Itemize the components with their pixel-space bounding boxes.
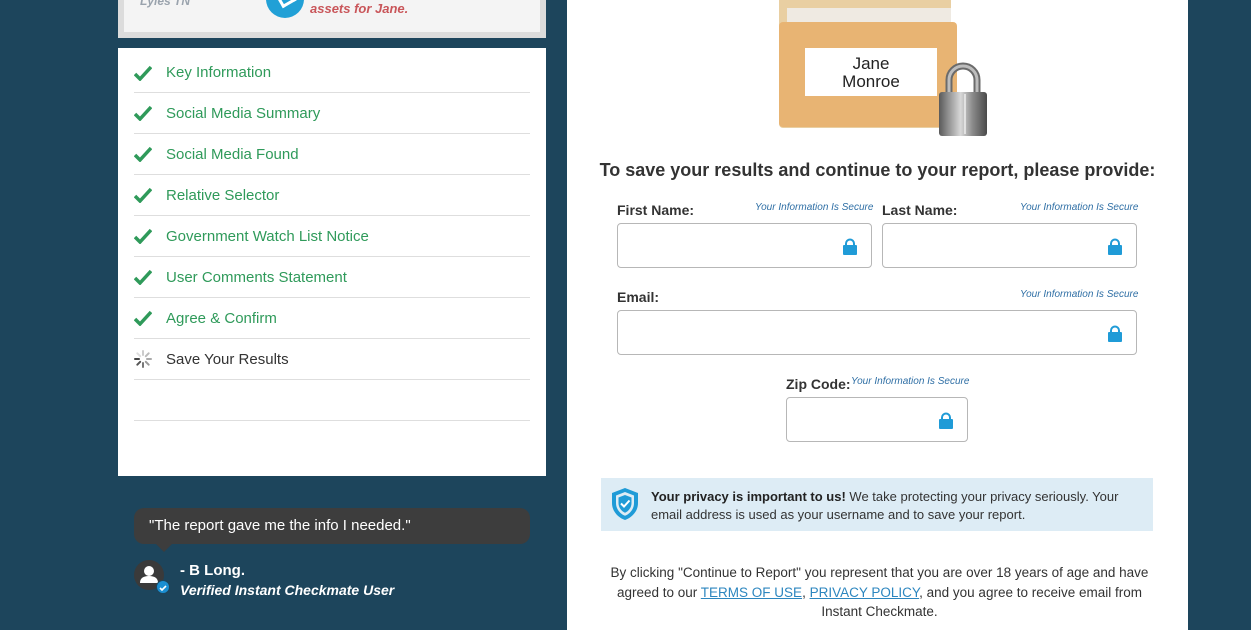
zip-code-label: Zip Code: (786, 376, 851, 392)
form-heading: To save your results and continue to you… (599, 160, 1156, 180)
zip-code-field[interactable] (786, 397, 968, 442)
check-icon (134, 228, 166, 244)
testimonial-author-role: Verified Instant Checkmate User (180, 582, 395, 598)
progress-checklist: Key Information Social Media Summary Soc… (118, 48, 546, 476)
email-input[interactable] (618, 311, 1136, 354)
checklist-item-relative-selector: Relative Selector (134, 175, 530, 216)
first-name-label: First Name: (617, 202, 695, 218)
email-field[interactable] (617, 310, 1137, 355)
check-icon (134, 65, 166, 81)
folder-first-name: Jane (852, 54, 890, 73)
email-secure-note: Your Information Is Secure (1020, 289, 1139, 300)
lock-icon (1108, 325, 1122, 342)
checklist-item-label: Social Media Summary (166, 104, 321, 122)
folder-name-label: Jane Monroe (805, 48, 937, 96)
summary-card: Lyles TN assets for Jane. (118, 0, 546, 38)
folder-illustration: Jane Monroe (779, 0, 999, 145)
check-icon (134, 269, 166, 285)
badge-icon (266, 0, 304, 18)
checklist-item-label: Government Watch List Notice (166, 227, 369, 245)
padlock-icon (939, 62, 987, 136)
checklist-item-label: Save Your Results (166, 350, 289, 368)
first-name-input[interactable] (618, 224, 871, 267)
checklist-item-user-comments: User Comments Statement (134, 257, 530, 298)
checklist-item-social-media-summary: Social Media Summary (134, 93, 530, 134)
verified-check-icon (156, 580, 170, 594)
checklist-item-save-results: Save Your Results (134, 339, 530, 380)
summary-message: assets for Jane. (310, 1, 409, 16)
lock-icon (1108, 238, 1122, 255)
loading-spinner-icon (134, 350, 166, 368)
terms-of-use-link[interactable]: TERMS OF USE (701, 585, 802, 600)
testimonial-quote: "The report gave me the info I needed." (134, 508, 530, 552)
check-icon (134, 105, 166, 121)
zip-code-secure-note: Your Information Is Secure (851, 376, 970, 387)
privacy-policy-link[interactable]: PRIVACY POLICY (810, 585, 920, 600)
check-icon (134, 146, 166, 162)
last-name-label: Last Name: (882, 202, 958, 218)
checklist-item-label: Social Media Found (166, 145, 299, 163)
check-icon (134, 310, 166, 326)
lock-icon (939, 412, 953, 429)
last-name-input[interactable] (883, 224, 1136, 267)
shield-check-icon (612, 488, 638, 520)
privacy-notice: Your privacy is important to us! We take… (601, 478, 1153, 531)
checklist-item-key-information: Key Information (134, 53, 530, 93)
checklist-divider (134, 380, 530, 421)
privacy-notice-heading: Your privacy is important to us! (651, 489, 846, 504)
last-name-field[interactable] (882, 223, 1137, 268)
checklist-item-social-media-found: Social Media Found (134, 134, 530, 175)
lock-icon (843, 238, 857, 255)
last-name-secure-note: Your Information Is Secure (1020, 202, 1139, 213)
checklist-item-label: Agree & Confirm (166, 309, 277, 327)
check-icon (134, 187, 166, 203)
legal-disclaimer: By clicking "Continue to Report" you rep… (607, 563, 1152, 622)
checklist-item-label: Key Information (166, 64, 272, 81)
checklist-item-government-watch-list: Government Watch List Notice (134, 216, 530, 257)
avatar (134, 560, 170, 594)
first-name-field[interactable] (617, 223, 872, 268)
folder-last-name: Monroe (842, 72, 900, 91)
disclaimer-separator: , (802, 584, 810, 600)
save-results-panel: Jane Monroe To save your results and con… (567, 0, 1188, 630)
testimonial-author: - B Long. (180, 562, 245, 579)
first-name-secure-note: Your Information Is Secure (755, 202, 874, 213)
checklist-item-label: Relative Selector (166, 186, 280, 204)
location-text: Lyles TN (140, 0, 191, 8)
checklist-item-agree-confirm: Agree & Confirm (134, 298, 530, 339)
checklist-item-label: User Comments Statement (166, 268, 347, 286)
email-label: Email: (617, 289, 660, 305)
